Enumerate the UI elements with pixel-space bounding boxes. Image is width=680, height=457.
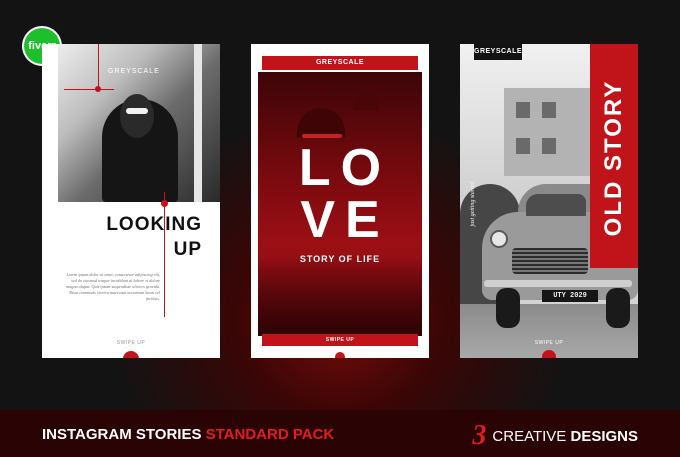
car-tyre	[606, 288, 630, 328]
card-title: LOOKING UP	[106, 214, 202, 260]
card-tagline: just getting started	[470, 181, 476, 227]
swipe-up-dot[interactable]	[123, 351, 139, 358]
car-tyre	[496, 288, 520, 328]
story-card-looking-up[interactable]: GREYSCALE LOOKING UP Lorem ipsum dolor s…	[42, 44, 220, 358]
building	[504, 88, 594, 176]
car-headlight	[490, 230, 508, 248]
card-label: GREYSCALE	[474, 44, 522, 60]
accent-dot	[161, 200, 168, 207]
sunglasses	[126, 108, 148, 114]
card-label: GREYSCALE	[262, 56, 418, 70]
license-plate: UTY 2029	[542, 290, 598, 302]
story-card-old-story[interactable]: UTY 2029 GREYSCALE OLD STORY just gettin…	[460, 44, 638, 358]
swipe-up-dot[interactable]	[542, 350, 556, 358]
footer-designs-count: 3 CREATIVE DESIGNS	[472, 420, 638, 451]
card-subtitle: STORY OF LIFE	[299, 254, 381, 264]
card-label: GREYSCALE	[108, 68, 160, 75]
card-body-text: Lorem ipsum dolor sit amet, consectetur …	[66, 272, 160, 301]
card-title: OLD STORY	[600, 79, 627, 237]
accent-line	[64, 89, 114, 90]
woman-head	[120, 94, 154, 138]
swipe-up-dot[interactable]	[335, 352, 345, 358]
card-title: LO VE	[298, 139, 392, 249]
car-windshield	[526, 194, 586, 216]
swipe-up-label[interactable]: SWIPE UP	[42, 340, 220, 346]
pendant-lamp-rim	[302, 134, 342, 138]
designs-number: 3	[472, 420, 487, 451]
story-card-love[interactable]: GREYSCALE LO VE STORY OF LIFE SWIPE UP	[251, 44, 429, 358]
accent-line	[98, 44, 99, 88]
swipe-up-label[interactable]: SWIPE UP	[262, 334, 418, 346]
footer-pack-title: INSTAGRAM STORIES STANDARD PACK	[42, 426, 335, 443]
swipe-up-label[interactable]: SWIPE UP	[460, 340, 638, 346]
car-grille	[512, 248, 588, 274]
car-bumper	[484, 280, 632, 287]
accent-dot	[95, 86, 101, 92]
